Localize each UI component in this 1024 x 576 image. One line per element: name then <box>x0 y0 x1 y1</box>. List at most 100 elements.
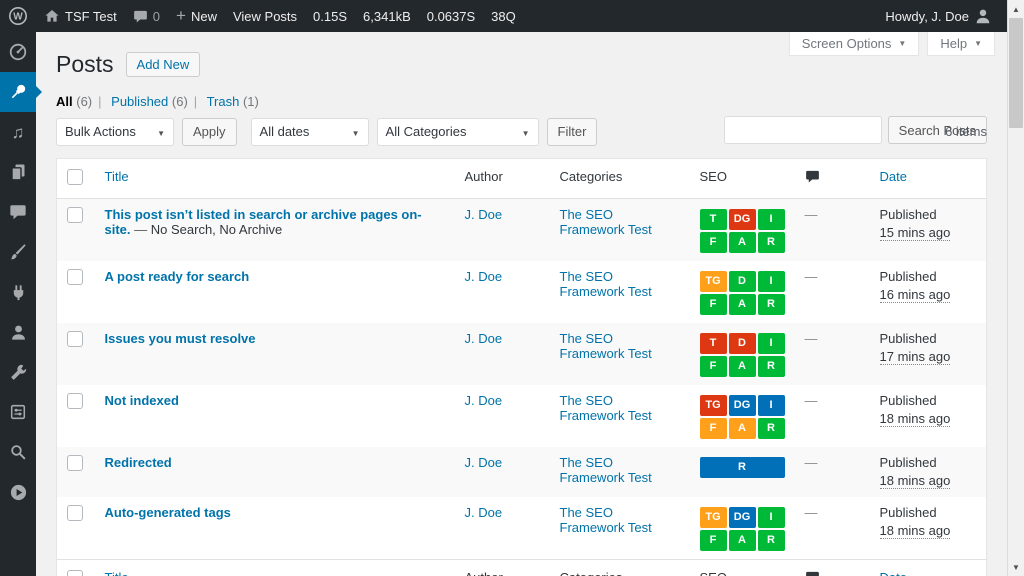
items-count: 6 items <box>945 124 987 139</box>
page-title: Posts <box>56 50 114 80</box>
apply-button[interactable]: Apply <box>182 118 237 146</box>
row-checkbox[interactable] <box>67 455 83 471</box>
sidebar-item-search[interactable] <box>0 432 36 472</box>
collapse-arrow-icon <box>9 483 28 502</box>
seo-badge-f: F <box>700 418 727 439</box>
select-all-checkbox[interactable] <box>67 169 83 185</box>
dashboard-icon <box>8 42 28 62</box>
seo-badge-a: A <box>729 232 756 253</box>
table-row: Redirected J. Doe The SEO Framework Test… <box>57 447 987 497</box>
admin-menu: ♫ <box>0 32 36 576</box>
new-content-button[interactable]: + New <box>168 0 225 32</box>
seo-badge-dg: DG <box>729 507 756 528</box>
view-all-link[interactable]: All (6) <box>56 94 92 109</box>
seo-badge-t: T <box>700 333 727 354</box>
add-new-button[interactable]: Add New <box>126 52 201 77</box>
author-link[interactable]: J. Doe <box>465 505 503 520</box>
categories-filter-select[interactable]: All Categories ▼ <box>377 118 539 146</box>
sidebar-item-plugins[interactable] <box>0 272 36 312</box>
sidebar-item-collapse-menu[interactable] <box>0 472 36 512</box>
category-link[interactable]: The SEO Framework Test <box>560 505 652 535</box>
seo-badge-a: A <box>729 356 756 377</box>
site-name-link[interactable]: TSF Test <box>36 0 125 32</box>
date-cell: Published18 mins ago <box>870 497 987 560</box>
seo-badge-r: R <box>700 457 785 478</box>
author-link[interactable]: J. Doe <box>465 269 503 284</box>
sidebar-item-tools[interactable] <box>0 352 36 392</box>
post-title-link[interactable]: Not indexed <box>105 393 179 408</box>
row-checkbox[interactable] <box>67 207 83 223</box>
admin-bar-comments[interactable]: 0 <box>125 0 168 32</box>
sort-date-header[interactable]: Date <box>880 570 907 576</box>
category-link[interactable]: The SEO Framework Test <box>560 455 652 485</box>
bulk-actions-select[interactable]: Bulk Actions ▼ <box>56 118 174 146</box>
author-link[interactable]: J. Doe <box>465 455 503 470</box>
pushpin-icon <box>8 82 28 102</box>
seo-bar: R <box>700 457 785 478</box>
screen-options-tab[interactable]: Screen Options ▼ <box>789 32 920 56</box>
row-checkbox[interactable] <box>67 331 83 347</box>
table-row: Not indexed J. Doe The SEO Framework Tes… <box>57 385 987 447</box>
sidebar-item-settings[interactable] <box>0 392 36 432</box>
sort-title-header[interactable]: Title <box>105 169 129 184</box>
view-posts-link[interactable]: View Posts <box>225 0 305 32</box>
sort-date-header[interactable]: Date <box>880 169 907 184</box>
date-cell: Published16 mins ago <box>870 261 987 323</box>
dates-filter-select[interactable]: All dates ▼ <box>251 118 369 146</box>
sidebar-item-comments[interactable] <box>0 192 36 232</box>
row-checkbox[interactable] <box>67 393 83 409</box>
select-all-checkbox[interactable] <box>67 570 83 576</box>
post-title-link[interactable]: A post ready for search <box>105 269 250 284</box>
sidebar-item-pages[interactable] <box>0 152 36 192</box>
howdy-label: Howdy, J. Doe <box>885 9 969 24</box>
admin-bar: W TSF Test 0 + New View Posts 0.15S 6,34… <box>0 0 1024 32</box>
post-title-link[interactable]: Issues you must resolve <box>105 331 256 346</box>
settings-icon <box>9 403 27 421</box>
date-cell: Published15 mins ago <box>870 198 987 261</box>
plug-icon <box>9 283 28 302</box>
seo-badge-i: I <box>758 271 785 292</box>
sidebar-item-media[interactable]: ♫ <box>0 112 36 152</box>
media-icon: ♫ <box>12 124 25 141</box>
seo-badge-tg: TG <box>700 395 727 416</box>
row-checkbox[interactable] <box>67 269 83 285</box>
author-link[interactable]: J. Doe <box>465 331 503 346</box>
my-account-link[interactable]: Howdy, J. Doe <box>877 0 1000 32</box>
seo-badge-f: F <box>700 530 727 551</box>
sort-title-header[interactable]: Title <box>105 570 129 576</box>
user-avatar-icon <box>974 7 992 25</box>
wordpress-logo-icon[interactable]: W <box>0 0 36 32</box>
user-icon <box>9 323 28 342</box>
view-published-link[interactable]: Published (6) <box>111 94 188 109</box>
row-checkbox[interactable] <box>67 505 83 521</box>
seo-badge-r: R <box>758 356 785 377</box>
scrollbar-thumb[interactable] <box>1009 18 1023 128</box>
category-link[interactable]: The SEO Framework Test <box>560 331 652 361</box>
seo-badge-dg: DG <box>729 209 756 230</box>
seo-badge-tg: TG <box>700 507 727 528</box>
post-title-link[interactable]: Redirected <box>105 455 172 470</box>
filter-button[interactable]: Filter <box>547 118 598 146</box>
help-tab[interactable]: Help ▼ <box>927 32 995 56</box>
category-link[interactable]: The SEO Framework Test <box>560 207 652 237</box>
categories-header: Categories <box>550 559 690 576</box>
sidebar-item-posts[interactable] <box>0 72 36 112</box>
sidebar-item-appearance[interactable] <box>0 232 36 272</box>
author-link[interactable]: J. Doe <box>465 393 503 408</box>
post-state: No Search, No Archive <box>151 222 283 237</box>
sidebar-item-users[interactable] <box>0 312 36 352</box>
category-link[interactable]: The SEO Framework Test <box>560 269 652 299</box>
sidebar-item-dashboard[interactable] <box>0 32 36 72</box>
seo-bar: TGDGIFAR <box>700 395 785 439</box>
post-title-link[interactable]: Auto-generated tags <box>105 505 231 520</box>
table-row: This post isn’t listed in search or arch… <box>57 198 987 261</box>
chevron-down-icon: ▼ <box>898 39 906 48</box>
scroll-down-arrow[interactable]: ▼ <box>1008 559 1024 575</box>
category-link[interactable]: The SEO Framework Test <box>560 393 652 423</box>
vertical-scrollbar[interactable]: ▲ ▼ <box>1007 0 1024 576</box>
author-link[interactable]: J. Doe <box>465 207 503 222</box>
scroll-up-arrow[interactable]: ▲ <box>1008 1 1024 17</box>
seo-badge-i: I <box>758 395 785 416</box>
view-trash-link[interactable]: Trash (1) <box>207 94 259 109</box>
active-menu-arrow <box>36 86 42 98</box>
